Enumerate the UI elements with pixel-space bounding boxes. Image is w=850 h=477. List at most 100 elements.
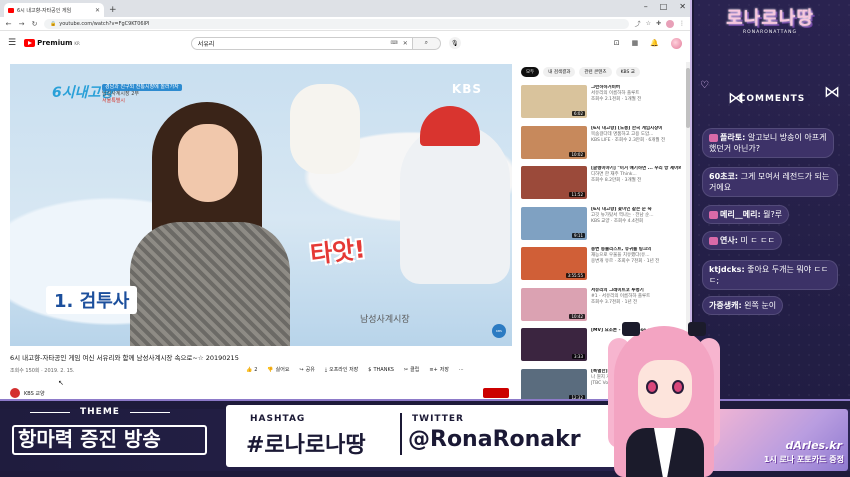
recommendation-meta: 조회수 3.7천회 · 1년 전 <box>591 299 638 305</box>
keyboard-icon[interactable]: ⌨ <box>391 40 398 46</box>
recommendation-thumbnail[interactable]: 6:02 <box>521 85 587 118</box>
comment-bubble: 60초코: 그게 모여서 레전드가 되는거에요 <box>702 167 838 197</box>
photo-card-promo: dArles.kr 1시 로나 포토카드 증정 <box>708 409 848 471</box>
subscribe-button[interactable] <box>483 388 509 398</box>
video-duration: 9:11 <box>572 232 585 238</box>
video-duration: 10:42 <box>569 313 585 319</box>
profile-icon[interactable] <box>666 19 674 28</box>
share-button[interactable]: ↪ 공유 <box>299 366 315 374</box>
share-page-icon[interactable]: ⤴ <box>635 19 641 28</box>
close-tab-icon[interactable]: ✕ <box>95 7 100 14</box>
mascot-figure-santa <box>400 106 510 284</box>
user-badge-icon <box>709 133 718 142</box>
channel-watermark-icon: KBS <box>492 324 506 338</box>
avatar-ribbon <box>688 322 706 336</box>
thanks-button[interactable]: $ THANKS <box>368 366 394 373</box>
recommendation-title[interactable]: [6시 내고향] [도봉] 한국 게임시장이 <box>591 126 665 132</box>
recommendation-thumbnail[interactable]: 10:42 <box>521 287 587 321</box>
recommendation-item[interactable]: 10:02 [6시 내고향] [도봉] 한국 게임시장이 목숨걸다데 명품하고 고용… <box>521 125 681 160</box>
close-window-button[interactable]: ✕ <box>679 2 686 11</box>
recommendation-item[interactable]: 3:55:55 웅변 동물리스트, 유귀들 링크의 재능으로 우울을 치유했다(유.… <box>521 247 681 281</box>
share-label: 공유 <box>305 367 315 373</box>
recommendation-info: 웅변 동물리스트, 유귀들 링크의 재능으로 우울을 치유했다(유... 웅변개 유… <box>591 247 659 281</box>
twitter-handle: @RonaRonakr <box>408 427 581 452</box>
browser-tab[interactable]: 6시 내고향-자타공인 게임 ✕ <box>4 3 104 17</box>
chip-all[interactable]: 모두 <box>521 67 540 77</box>
recommendation-item[interactable]: 6:02 그런하하거비버 서유리의 이름하하 플루트 조회수 2.1천회 · 1개월 … <box>521 85 681 119</box>
recommendation-meta: 조회수 2.1천회 · 1개월 전 <box>591 97 642 102</box>
dislike-label: 싫어요 <box>275 367 290 373</box>
extension-puzzle-icon[interactable]: ✚ <box>656 20 661 27</box>
filter-chips: 모두 내 검색결과 관련 콘텐츠 KBS 교 <box>521 67 640 77</box>
maximize-button[interactable]: □ <box>660 2 668 11</box>
recommendation-title[interactable]: 서유리의 그레이트코 투병기 <box>591 288 650 294</box>
apps-grid-icon[interactable]: ▦ <box>632 39 639 47</box>
clip-button[interactable]: ✂ 클립 <box>404 366 420 374</box>
dislike-button[interactable]: 👎 싫어요 <box>267 366 290 374</box>
recommendation-thumbnail[interactable]: 10:02 <box>521 125 587 159</box>
voice-search-button[interactable]: 🎙 <box>448 37 461 49</box>
recommendation-thumbnail[interactable]: 12:32 <box>521 368 587 400</box>
comment-user: 플라토: <box>720 133 746 142</box>
user-avatar[interactable] <box>671 37 682 49</box>
channel-avatar[interactable] <box>10 388 20 398</box>
channel-name[interactable]: KBS 교양 <box>24 390 45 397</box>
logo-text: Premium <box>37 39 73 47</box>
offline-save-button[interactable]: ⤓ 오프라인 저장 <box>325 366 358 374</box>
chip-my-searches[interactable]: 내 검색결과 <box>543 67 576 77</box>
chip-related[interactable]: 관련 콘텐츠 <box>579 67 612 77</box>
recommendation-meta: 웅변개 유르 · 조회수 7천회 · 1년 전 <box>591 259 660 264</box>
search-value: 서유리 <box>197 40 215 48</box>
new-tab-icon[interactable]: + <box>109 3 117 17</box>
minimize-button[interactable]: – <box>644 2 648 11</box>
create-video-icon[interactable]: ⊡ <box>614 39 620 47</box>
notifications-bell-icon[interactable]: 🔔 <box>650 39 659 47</box>
host-figure <box>130 102 290 346</box>
recommendation-item[interactable]: 10:42 서유리의 그레이트코 투병기 #1 · 서유리의 이름하하 플루트 조회수… <box>521 287 681 322</box>
youtube-logo[interactable]: Premium KR <box>24 39 80 47</box>
market-sign: 남성사계시장 <box>360 315 410 325</box>
recommendation-title[interactable]: [6시 내고향] 꽃미인 같은 순 숙 <box>591 207 654 213</box>
url-field[interactable]: 🔒 youtube.com/watch?v=FgC9KT06lPI <box>44 18 629 29</box>
recommendation-channel: 고깃 뉴가탔서 역나는 · 전남 순... <box>591 212 654 218</box>
comment-user: ktjdcks: <box>709 265 745 274</box>
recommendation-thumbnail[interactable]: 3:33 <box>521 328 587 361</box>
avatar-eye <box>672 380 684 394</box>
video-player[interactable]: 6시내고향 경남과 친구되 전통시장에 놀러가자 남성사계시장 2부 서울특별시… <box>10 64 512 346</box>
menu-dots-icon[interactable]: ⋮ <box>679 20 685 27</box>
microphone-icon: 🎙 <box>450 39 459 47</box>
comment-text: 미 ㄷ ㄷㄷ <box>737 236 775 245</box>
search-input[interactable]: 서유리 ⌨ ✕ <box>190 36 413 50</box>
comment-user: 메리__메리: <box>720 210 761 219</box>
back-icon[interactable]: ← <box>5 20 12 28</box>
comment-bubble: 메리__메리: 뭘?루 <box>702 205 790 224</box>
recommendation-info: [6시 내고향] [도봉] 한국 게임시장이 목숨걸다데 명품하고 고용 도압..… <box>591 126 665 160</box>
comment-bubble: 플라토: 알고보니 방송이 아프게했던거 아닌가? <box>702 128 834 158</box>
recommendation-thumbnail[interactable]: 11:52 <box>521 166 587 199</box>
recommendation-item[interactable]: 9:11 [6시 내고향] 꽃미인 같은 순 숙 고깃 뉴가탔서 역나는 · 전남 … <box>521 206 681 241</box>
recommendation-thumbnail[interactable]: 3:55:55 <box>521 247 587 280</box>
recommendation-meta: 조회수 8.2만회 · 3개월 전 <box>591 178 642 183</box>
recommendation-item[interactable]: 11:52 [글렝이야기] "이거 얘기하면 ... 우리 방 세어봐 디하면 한 … <box>521 166 681 200</box>
forward-icon[interactable]: → <box>18 20 25 28</box>
like-icon: 👍 <box>246 366 253 373</box>
chip-kbs[interactable]: KBS 교 <box>615 67 640 77</box>
url-text: youtube.com/watch?v=FgC9KT06lPI <box>59 20 150 27</box>
bottom-banner: THEME 항마력 증진 방송 HASHTAG #로나로나땅 TWITTER @… <box>0 399 850 477</box>
clip-label: 클립 <box>410 367 420 373</box>
save-button[interactable]: ≡+ 저장 <box>429 366 449 374</box>
recommendation-thumbnail[interactable]: 9:11 <box>521 206 587 240</box>
search-button[interactable]: ⌕ <box>412 36 441 50</box>
more-actions-icon[interactable]: ⋯ <box>459 366 464 373</box>
bookmark-star-icon[interactable]: ☆ <box>646 20 651 27</box>
reload-icon[interactable]: ↻ <box>31 20 38 28</box>
vtuber-avatar <box>608 318 720 477</box>
menu-icon[interactable]: ☰ <box>8 38 16 48</box>
scrollbar[interactable] <box>686 62 690 362</box>
recommendation-info: 그런하하거비버 서유리의 이름하하 플루트 조회수 2.1천회 · 1개월 전 <box>591 85 641 119</box>
extensions-area: ⤴ ☆ ✚ ⋮ <box>635 19 685 28</box>
like-button[interactable]: 👍 2 <box>246 366 257 373</box>
user-badge-icon <box>709 210 718 219</box>
clear-search-icon[interactable]: ✕ <box>403 40 408 47</box>
scrollbar-thumb[interactable] <box>686 68 690 128</box>
